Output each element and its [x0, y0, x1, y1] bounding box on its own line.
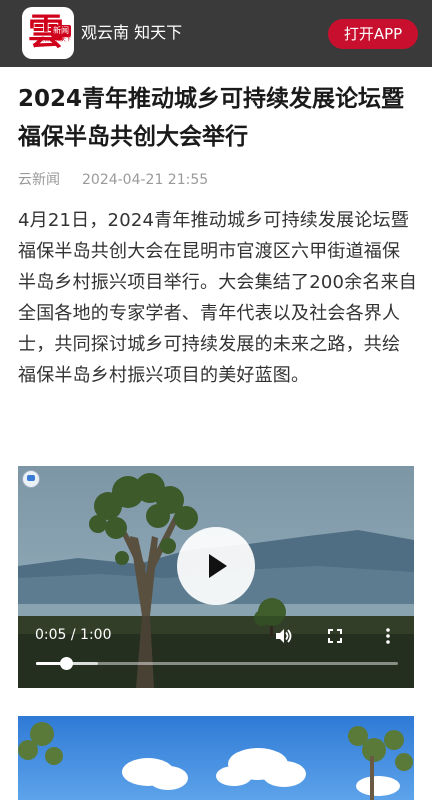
- volume-icon: [276, 629, 292, 643]
- video-progress-bar[interactable]: [36, 657, 398, 670]
- more-options-button[interactable]: [378, 626, 398, 646]
- play-icon: [209, 554, 227, 578]
- video-player[interactable]: 0:05 / 1:00: [18, 466, 414, 688]
- open-app-button[interactable]: 打开APP: [328, 19, 418, 49]
- fullscreen-icon: [328, 629, 342, 643]
- article-title: 2024青年推动城乡可持续发展论坛暨福保半岛共创大会举行: [18, 86, 405, 150]
- article-image: [18, 716, 414, 800]
- channel-watermark: [22, 470, 40, 488]
- volume-button[interactable]: [273, 626, 293, 646]
- video-time: 0:05 / 1:00: [35, 627, 112, 643]
- article-source[interactable]: 云新闻: [18, 172, 60, 188]
- app-download-banner: 雲 新闻 观云南·知天下 观云南 知天下 打开APP: [0, 0, 432, 67]
- article-meta: 云新闻 2024-04-21 21:55: [18, 171, 208, 189]
- logo-badge: 新闻: [51, 25, 71, 37]
- article-body: 4月21日，2024青年推动城乡可持续发展论坛暨福保半岛共创大会在昆明市官渡区六…: [18, 210, 417, 386]
- play-button[interactable]: [177, 527, 255, 605]
- article-datetime: 2024-04-21 21:55: [82, 172, 209, 188]
- app-logo[interactable]: 雲 新闻 观云南·知天下: [22, 7, 74, 59]
- more-vertical-icon: [386, 628, 390, 644]
- sky-landscape-image: [18, 716, 414, 800]
- fullscreen-button[interactable]: [325, 626, 345, 646]
- logo-subtitle: 观云南·知天下: [39, 37, 71, 43]
- app-name: 观云南 知天下: [81, 23, 183, 42]
